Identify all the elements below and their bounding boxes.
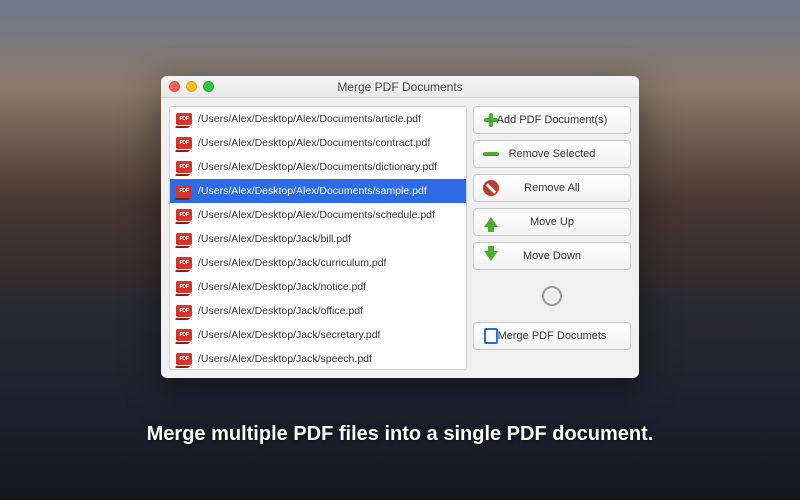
merge-label: Merge PDF Documets <box>498 330 607 342</box>
list-item[interactable]: /Users/Alex/Desktop/Jack/bill.pdf <box>170 227 466 251</box>
window-controls <box>169 81 214 92</box>
merge-pdf-window: Merge PDF Documents /Users/Alex/Desktop/… <box>161 76 639 378</box>
file-path: /Users/Alex/Desktop/Alex/Documents/dicti… <box>198 161 437 173</box>
remove-selected-label: Remove Selected <box>509 148 596 160</box>
arrow-up-icon <box>482 213 500 231</box>
list-item[interactable]: /Users/Alex/Desktop/Jack/office.pdf <box>170 299 466 323</box>
remove-all-label: Remove All <box>524 182 580 194</box>
list-item[interactable]: /Users/Alex/Desktop/Jack/speech.pdf <box>170 347 466 370</box>
pdf-icon <box>176 113 192 125</box>
file-path: /Users/Alex/Desktop/Jack/curriculum.pdf <box>198 257 386 269</box>
list-item[interactable]: /Users/Alex/Desktop/Jack/secretary.pdf <box>170 323 466 347</box>
plus-icon <box>482 111 500 129</box>
pdf-icon <box>176 233 192 245</box>
file-path: /Users/Alex/Desktop/Jack/bill.pdf <box>198 233 351 245</box>
desktop-background: Merge PDF Documents /Users/Alex/Desktop/… <box>0 0 800 500</box>
maximize-button[interactable] <box>203 81 214 92</box>
file-path: /Users/Alex/Desktop/Alex/Documents/artic… <box>198 113 421 125</box>
window-content: /Users/Alex/Desktop/Alex/Documents/artic… <box>161 98 639 378</box>
pdf-icon <box>176 257 192 269</box>
list-item[interactable]: /Users/Alex/Desktop/Alex/Documents/artic… <box>170 107 466 131</box>
pdf-icon <box>176 305 192 317</box>
window-title: Merge PDF Documents <box>161 80 639 94</box>
close-button[interactable] <box>169 81 180 92</box>
remove-selected-button[interactable]: Remove Selected <box>473 140 631 168</box>
move-down-button[interactable]: Move Down <box>473 242 631 270</box>
file-path: /Users/Alex/Desktop/Jack/secretary.pdf <box>198 329 380 341</box>
minus-icon <box>482 145 500 163</box>
file-path: /Users/Alex/Desktop/Jack/speech.pdf <box>198 353 372 365</box>
pdf-icon <box>176 353 192 365</box>
file-path: /Users/Alex/Desktop/Alex/Documents/sched… <box>198 209 435 221</box>
add-pdf-button[interactable]: Add PDF Document(s) <box>473 106 631 134</box>
list-item[interactable]: /Users/Alex/Desktop/Jack/notice.pdf <box>170 275 466 299</box>
pdf-icon <box>176 137 192 149</box>
list-item[interactable]: /Users/Alex/Desktop/Jack/curriculum.pdf <box>170 251 466 275</box>
titlebar[interactable]: Merge PDF Documents <box>161 76 639 98</box>
document-icon <box>482 327 500 345</box>
pdf-icon <box>176 329 192 341</box>
arrow-down-icon <box>482 247 500 265</box>
move-down-label: Move Down <box>523 250 581 262</box>
progress-area <box>473 276 631 316</box>
forbid-icon <box>482 179 500 197</box>
progress-spinner-icon <box>542 286 562 306</box>
side-panel: Add PDF Document(s) Remove Selected Remo… <box>473 106 631 370</box>
file-path: /Users/Alex/Desktop/Jack/notice.pdf <box>198 281 366 293</box>
move-up-button[interactable]: Move Up <box>473 208 631 236</box>
marketing-caption: Merge multiple PDF files into a single P… <box>0 423 800 446</box>
file-path: /Users/Alex/Desktop/Alex/Documents/sampl… <box>198 185 427 197</box>
pdf-icon <box>176 161 192 173</box>
merge-button[interactable]: Merge PDF Documets <box>473 322 631 350</box>
file-list[interactable]: /Users/Alex/Desktop/Alex/Documents/artic… <box>169 106 467 370</box>
remove-all-button[interactable]: Remove All <box>473 174 631 202</box>
move-up-label: Move Up <box>530 216 574 228</box>
file-path: /Users/Alex/Desktop/Jack/office.pdf <box>198 305 363 317</box>
list-item[interactable]: /Users/Alex/Desktop/Alex/Documents/sampl… <box>170 179 466 203</box>
pdf-icon <box>176 185 192 197</box>
minimize-button[interactable] <box>186 81 197 92</box>
list-item[interactable]: /Users/Alex/Desktop/Alex/Documents/dicti… <box>170 155 466 179</box>
list-item[interactable]: /Users/Alex/Desktop/Alex/Documents/contr… <box>170 131 466 155</box>
file-path: /Users/Alex/Desktop/Alex/Documents/contr… <box>198 137 430 149</box>
pdf-icon <box>176 209 192 221</box>
add-pdf-label: Add PDF Document(s) <box>497 114 608 126</box>
list-item[interactable]: /Users/Alex/Desktop/Alex/Documents/sched… <box>170 203 466 227</box>
pdf-icon <box>176 281 192 293</box>
